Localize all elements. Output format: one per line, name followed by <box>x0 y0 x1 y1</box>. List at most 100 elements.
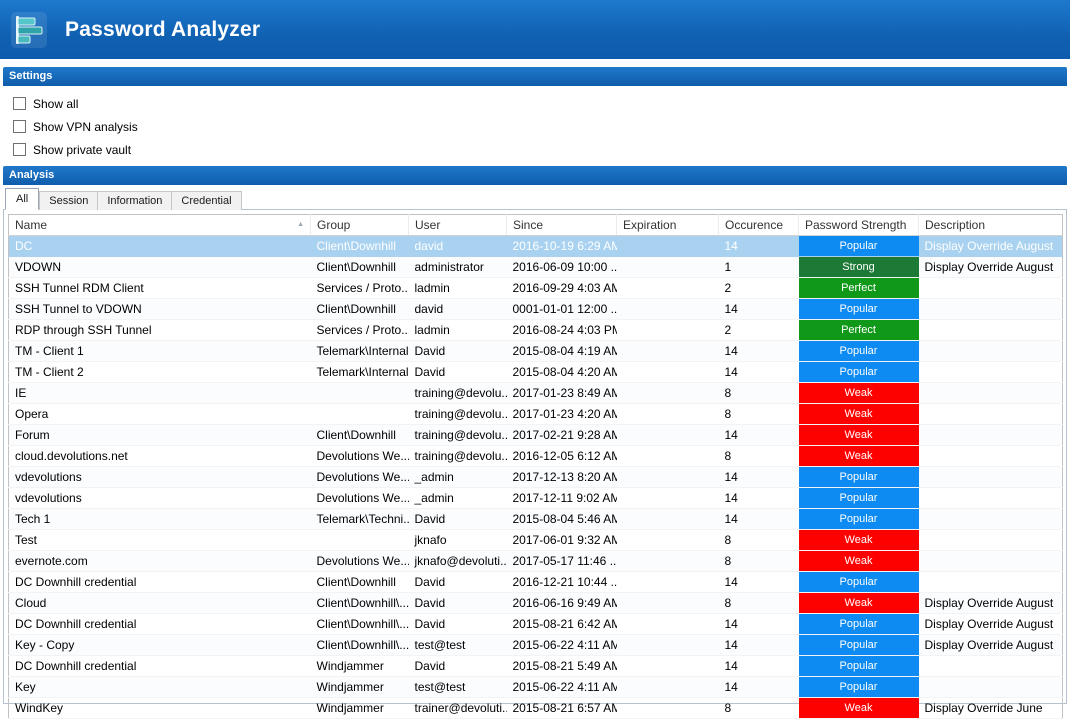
password-strength-cell: Weak <box>798 550 919 572</box>
table-row[interactable]: Key - Copy Client\Downhill\... test@test 20… <box>8 634 1063 656</box>
table-row[interactable]: Forum Client\Downhill training@devolu... 20… <box>8 424 1063 446</box>
checkbox-show-private-vault[interactable] <box>13 143 26 156</box>
app-header: Password Analyzer <box>0 0 1070 59</box>
strength-badge: Popular <box>798 677 919 697</box>
strength-badge: Strong <box>798 257 919 277</box>
group-cell: Client\Downhill <box>310 571 409 593</box>
strength-badge: Popular <box>798 572 919 592</box>
occurence-cell: 2 <box>718 319 799 341</box>
table-row[interactable]: DC Downhill credential Client\Downhill\..… <box>8 613 1063 635</box>
password-strength-cell: Popular <box>798 676 919 698</box>
table-row[interactable]: DC Client\Downhill david 2016-10-19 6:29 AM… <box>8 235 1063 257</box>
table-row[interactable]: cloud.devolutions.net Devolutions We... tr… <box>8 445 1063 467</box>
tab-information[interactable]: Information <box>98 191 173 210</box>
strength-badge: Popular <box>798 656 919 676</box>
table-row[interactable]: WindKey Windjammer trainer@devoluti... 2015… <box>8 697 1063 719</box>
group-cell: Client\Downhill <box>310 256 409 278</box>
password-strength-cell: Popular <box>798 634 919 656</box>
occurence-cell: 8 <box>718 382 799 404</box>
since-cell: 2017-12-11 9:02 AM <box>506 487 617 509</box>
occurence-cell: 14 <box>718 424 799 446</box>
since-cell: 2016-08-24 4:03 PM <box>506 319 617 341</box>
table-row[interactable]: IE training@devolu... 2017-01-23 8:49 AM 8 W… <box>8 382 1063 404</box>
description-cell <box>918 487 1063 509</box>
since-cell: 2016-09-29 4:03 AM <box>506 277 617 299</box>
checkbox-row-show-all[interactable]: Show all <box>13 92 1070 115</box>
table-row[interactable]: VDOWN Client\Downhill administrator 2016-06… <box>8 256 1063 278</box>
column-header-name[interactable]: Name ▲ <box>8 214 311 236</box>
column-header-group[interactable]: Group <box>310 214 409 236</box>
occurence-cell: 8 <box>718 445 799 467</box>
checkbox-row-show-private-vault[interactable]: Show private vault <box>13 138 1070 161</box>
column-header-password-strength[interactable]: Password Strength <box>798 214 919 236</box>
table-row[interactable]: vdevolutions Devolutions We... _admin 2017-… <box>8 487 1063 509</box>
checkbox-show-vpn-analysis[interactable] <box>13 120 26 133</box>
table-row[interactable]: SSH Tunnel RDM Client Services / Proto...… <box>8 277 1063 299</box>
column-header-user[interactable]: User <box>408 214 507 236</box>
since-cell: 0001-01-01 12:00 ... <box>506 298 617 320</box>
expiration-cell <box>616 340 719 362</box>
table-row[interactable]: Cloud Client\Downhill\... David 2016-06-16 … <box>8 592 1063 614</box>
table-row[interactable]: TM - Client 2 Telemark\Internal David 2015-… <box>8 361 1063 383</box>
table-row[interactable]: DC Downhill credential Windjammer David 201… <box>8 655 1063 677</box>
group-cell: Devolutions We... <box>310 445 409 467</box>
table-row[interactable]: Test jknafo 2017-06-01 9:32 AM 8 Weak <box>8 529 1063 551</box>
since-cell: 2015-06-22 4:11 AM <box>506 676 617 698</box>
checkbox-row-show-vpn-analysis[interactable]: Show VPN analysis <box>13 115 1070 138</box>
expiration-cell <box>616 466 719 488</box>
expiration-cell <box>616 529 719 551</box>
occurence-cell: 2 <box>718 277 799 299</box>
checkbox-show-all[interactable] <box>13 97 26 110</box>
since-cell: 2015-06-22 4:11 AM <box>506 634 617 656</box>
user-cell: David <box>408 340 507 362</box>
expiration-cell <box>616 256 719 278</box>
user-cell: _admin <box>408 487 507 509</box>
user-cell: _admin <box>408 466 507 488</box>
tab-credential[interactable]: Credential <box>172 191 242 210</box>
column-header-description[interactable]: Description <box>918 214 1063 236</box>
tab-session[interactable]: Session <box>39 191 99 210</box>
table-row[interactable]: Key Windjammer test@test 2015-06-22 4:11 AM… <box>8 676 1063 698</box>
expiration-cell <box>616 655 719 677</box>
password-strength-cell: Perfect <box>798 277 919 299</box>
table-row[interactable]: RDP through SSH Tunnel Services / Proto..… <box>8 319 1063 341</box>
table-row[interactable]: vdevolutions Devolutions We... _admin 2017-… <box>8 466 1063 488</box>
column-header-occurence[interactable]: Occurence <box>718 214 799 236</box>
occurence-cell: 14 <box>718 655 799 677</box>
name-cell: DC Downhill credential <box>8 571 311 593</box>
analysis-section: Analysis All Session Information Credential… <box>0 166 1070 719</box>
column-header-since[interactable]: Since <box>506 214 617 236</box>
since-cell: 2017-01-23 4:20 AM <box>506 403 617 425</box>
table-row[interactable]: TM - Client 1 Telemark\Internal David 2015-… <box>8 340 1063 362</box>
strength-badge: Popular <box>798 236 919 256</box>
occurence-cell: 14 <box>718 361 799 383</box>
expiration-cell <box>616 319 719 341</box>
occurence-cell: 8 <box>718 529 799 551</box>
expiration-cell <box>616 592 719 614</box>
table-row[interactable]: SSH Tunnel to VDOWN Client\Downhill david 0… <box>8 298 1063 320</box>
group-cell: Devolutions We... <box>310 487 409 509</box>
name-cell: DC <box>8 235 311 257</box>
password-strength-cell: Popular <box>798 508 919 530</box>
table-row[interactable]: evernote.com Devolutions We... jknafo@devo… <box>8 550 1063 572</box>
user-cell: trainer@devoluti... <box>408 697 507 719</box>
strength-badge: Weak <box>798 425 919 445</box>
name-cell: VDOWN <box>8 256 311 278</box>
password-strength-cell: Popular <box>798 235 919 257</box>
user-cell: test@test <box>408 634 507 656</box>
user-cell: training@devolu... <box>408 403 507 425</box>
name-cell: SSH Tunnel RDM Client <box>8 277 311 299</box>
column-header-expiration[interactable]: Expiration <box>616 214 719 236</box>
table-row[interactable]: DC Downhill credential Client\Downhill Dav… <box>8 571 1063 593</box>
name-cell: Key <box>8 676 311 698</box>
name-cell: evernote.com <box>8 550 311 572</box>
table-row[interactable]: Opera training@devolu... 2017-01-23 4:20 A… <box>8 403 1063 425</box>
since-cell: 2016-06-16 9:49 AM <box>506 592 617 614</box>
description-cell <box>918 277 1063 299</box>
tab-all[interactable]: All <box>5 188 40 210</box>
group-cell: Client\Downhill <box>310 424 409 446</box>
description-cell <box>918 571 1063 593</box>
table-row[interactable]: Tech 1 Telemark\Techni... David 2015-08-04 … <box>8 508 1063 530</box>
since-cell: 2015-08-04 4:19 AM <box>506 340 617 362</box>
expiration-cell <box>616 676 719 698</box>
